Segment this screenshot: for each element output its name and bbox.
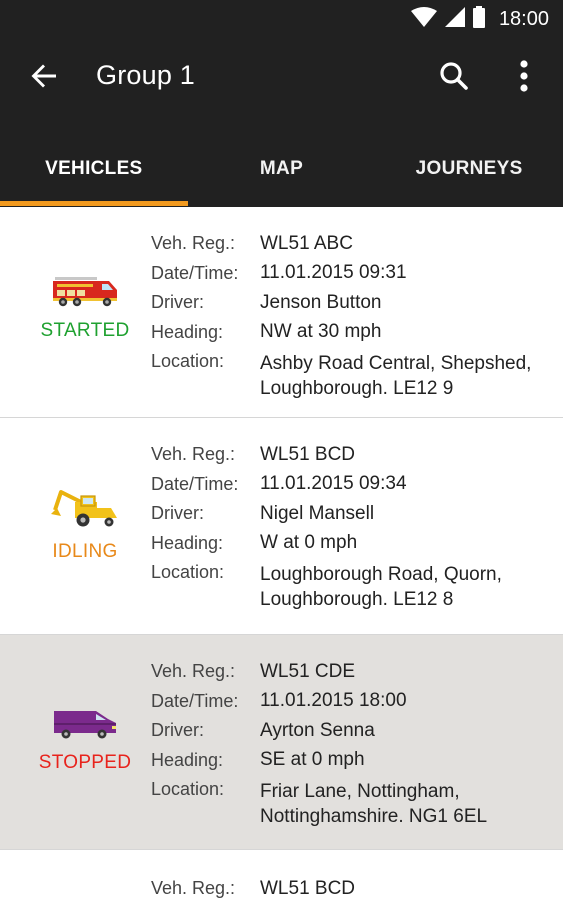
more-options-button[interactable] bbox=[502, 56, 546, 100]
location-line-2: Loughborough. LE12 9 bbox=[260, 378, 454, 399]
location-label: Location: bbox=[151, 779, 225, 799]
veh-reg-label: Veh. Reg.: bbox=[151, 878, 236, 899]
heading-label: Heading: bbox=[151, 532, 224, 553]
veh-reg-value: WL51 BCD bbox=[260, 443, 356, 465]
driver-label: Driver: bbox=[151, 503, 204, 524]
vehicle-details: Veh. Reg.: WL51 CDE Date/Time: 11.01.2015 … bbox=[151, 657, 487, 829]
back-button[interactable] bbox=[22, 56, 66, 100]
status-time: 18:00 bbox=[498, 7, 549, 30]
heading-label: Heading: bbox=[151, 321, 224, 342]
wifi-icon bbox=[410, 6, 437, 32]
vehicle-row[interactable]: Veh. Reg.: WL51 BCD bbox=[0, 850, 563, 900]
tab-vehicles[interactable]: VEHICLES bbox=[0, 130, 188, 207]
fire-engine-icon bbox=[51, 273, 119, 312]
location-value: Ashby Road Central, Shepshed, Loughboroug… bbox=[260, 351, 531, 401]
heading-value: NW at 30 mph bbox=[260, 321, 382, 343]
van-icon bbox=[52, 707, 118, 744]
date-time-label: Date/Time: bbox=[151, 690, 239, 711]
status-label: STARTED bbox=[40, 320, 130, 341]
more-vert-icon bbox=[519, 59, 529, 97]
date-time-value: 11.01.2015 18:00 bbox=[260, 690, 407, 712]
location-line-1: Loughborough Road, Quorn, bbox=[260, 564, 502, 585]
tab-indicator bbox=[0, 201, 188, 206]
search-icon bbox=[439, 61, 469, 96]
driver-label: Driver: bbox=[151, 292, 204, 313]
vehicle-list: STARTED Veh. Reg.: WL51 ABC Date/Time: 11.… bbox=[0, 207, 563, 900]
location-line-2: Loughborough. LE12 8 bbox=[260, 589, 454, 610]
location-line-1: Ashby Road Central, Shepshed, bbox=[260, 353, 532, 374]
date-time-label: Date/Time: bbox=[151, 473, 239, 494]
location-label: Location: bbox=[151, 351, 225, 371]
vehicle-details: Veh. Reg.: WL51 ABC Date/Time: 11.01.2015 … bbox=[151, 229, 531, 401]
status-label: STOPPED bbox=[38, 752, 132, 773]
tab-bar: VEHICLES MAP JOURNEYS bbox=[0, 130, 563, 207]
date-time-value: 11.01.2015 09:34 bbox=[260, 473, 407, 495]
date-time-value: 11.01.2015 09:31 bbox=[260, 262, 407, 284]
veh-reg-value: WL51 BCD bbox=[260, 877, 356, 899]
vehicle-status-block: IDLING bbox=[0, 488, 170, 563]
status-bar: 18:00 bbox=[0, 0, 563, 38]
date-time-label: Date/Time: bbox=[151, 262, 239, 283]
veh-reg-label: Veh. Reg.: bbox=[151, 233, 236, 254]
driver-value: Ayrton Senna bbox=[260, 719, 375, 741]
tab-map[interactable]: MAP bbox=[188, 130, 376, 207]
location-value: Friar Lane, Nottingham, Nottinghamshire. … bbox=[260, 779, 487, 829]
status-label: IDLING bbox=[52, 541, 118, 562]
heading-value: W at 0 mph bbox=[260, 532, 358, 554]
arrow-back-icon bbox=[30, 62, 58, 95]
vehicle-row-selected[interactable]: STOPPED Veh. Reg.: WL51 CDE Date/Time: 11.… bbox=[0, 635, 563, 850]
heading-value: SE at 0 mph bbox=[260, 749, 365, 771]
app-bar: 18:00 Group 1 VEHICLES MAP JOURNEYS bbox=[0, 0, 563, 207]
veh-reg-label: Veh. Reg.: bbox=[151, 444, 236, 465]
signal-icon bbox=[444, 6, 465, 32]
toolbar: Group 1 bbox=[0, 38, 563, 118]
veh-reg-value: WL51 ABC bbox=[260, 232, 353, 254]
driver-value: Nigel Mansell bbox=[260, 502, 375, 524]
driver-label: Driver: bbox=[151, 720, 204, 741]
vehicle-status-block: STOPPED bbox=[0, 707, 170, 774]
location-line-2: Nottinghamshire. NG1 6EL bbox=[260, 806, 488, 827]
heading-label: Heading: bbox=[151, 749, 224, 770]
page-title: Group 1 bbox=[96, 60, 195, 90]
veh-reg-label: Veh. Reg.: bbox=[151, 661, 236, 682]
location-line-1: Friar Lane, Nottingham, bbox=[260, 781, 460, 802]
vehicle-details: Veh. Reg.: WL51 BCD Date/Time: 11.01.2015 … bbox=[151, 440, 502, 612]
veh-reg-value: WL51 CDE bbox=[260, 660, 356, 682]
vehicle-details: Veh. Reg.: WL51 BCD bbox=[151, 874, 355, 900]
digger-icon bbox=[51, 488, 119, 533]
tab-journeys[interactable]: JOURNEYS bbox=[375, 130, 563, 207]
location-label: Location: bbox=[151, 562, 225, 582]
search-button[interactable] bbox=[432, 56, 476, 100]
vehicle-status-block: STARTED bbox=[0, 273, 170, 342]
location-value: Loughborough Road, Quorn, Loughborough. L… bbox=[260, 562, 502, 612]
vehicle-row[interactable]: IDLING Veh. Reg.: WL51 BCD Date/Time: 11.0… bbox=[0, 418, 563, 635]
vehicle-row[interactable]: STARTED Veh. Reg.: WL51 ABC Date/Time: 11.… bbox=[0, 207, 563, 418]
driver-value: Jenson Button bbox=[260, 291, 382, 313]
battery-icon bbox=[472, 5, 485, 33]
